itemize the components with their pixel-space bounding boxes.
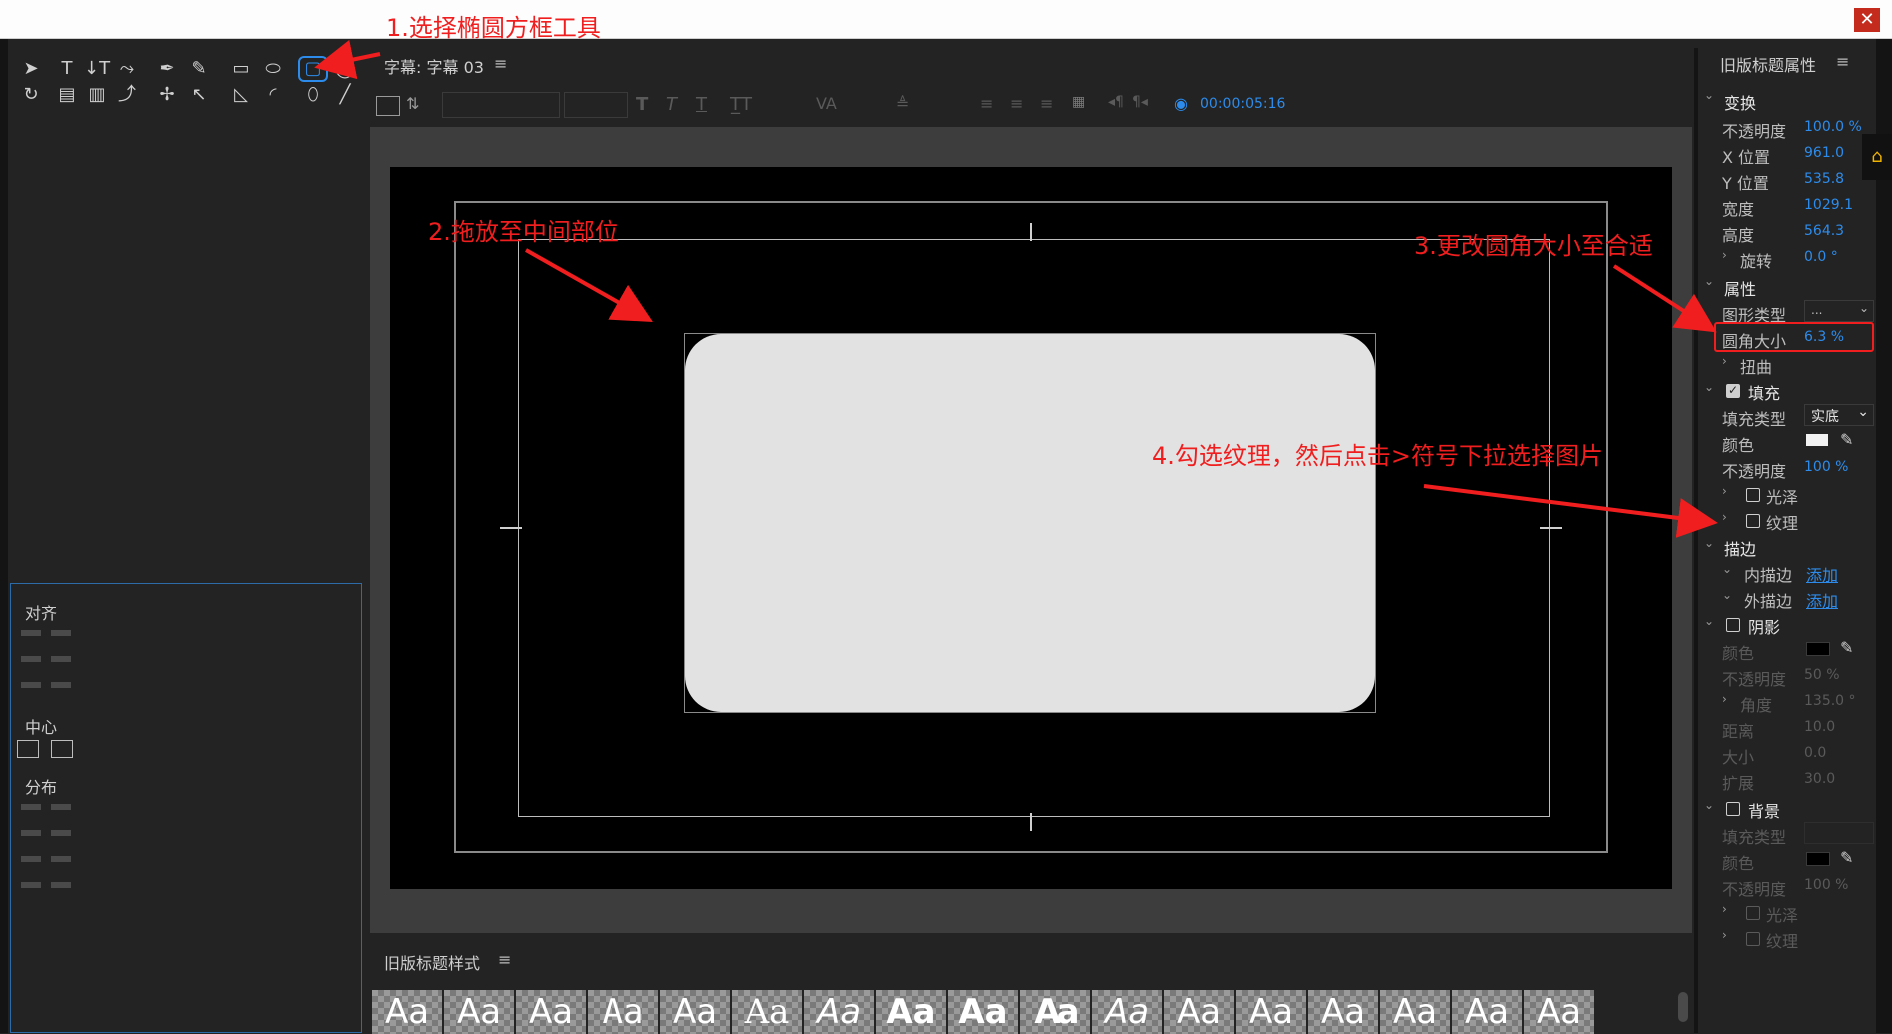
annotation-step3: 3.更改圆角大小至合适: [1414, 232, 1653, 260]
arrow-step3: [1612, 264, 1717, 333]
annotation-arrows: [314, 39, 1718, 538]
arrow-step4: [1423, 484, 1718, 538]
arrow-step2: [525, 248, 653, 322]
arrow-step1: [314, 39, 381, 80]
annotation-step1: 1.选择椭圆方框工具: [386, 14, 601, 42]
annotation-step4: 4.勾选纹理，然后点击>符号下拉选择图片: [1152, 442, 1604, 470]
annotation-step2: 2.拖放至中间部位: [428, 218, 619, 246]
